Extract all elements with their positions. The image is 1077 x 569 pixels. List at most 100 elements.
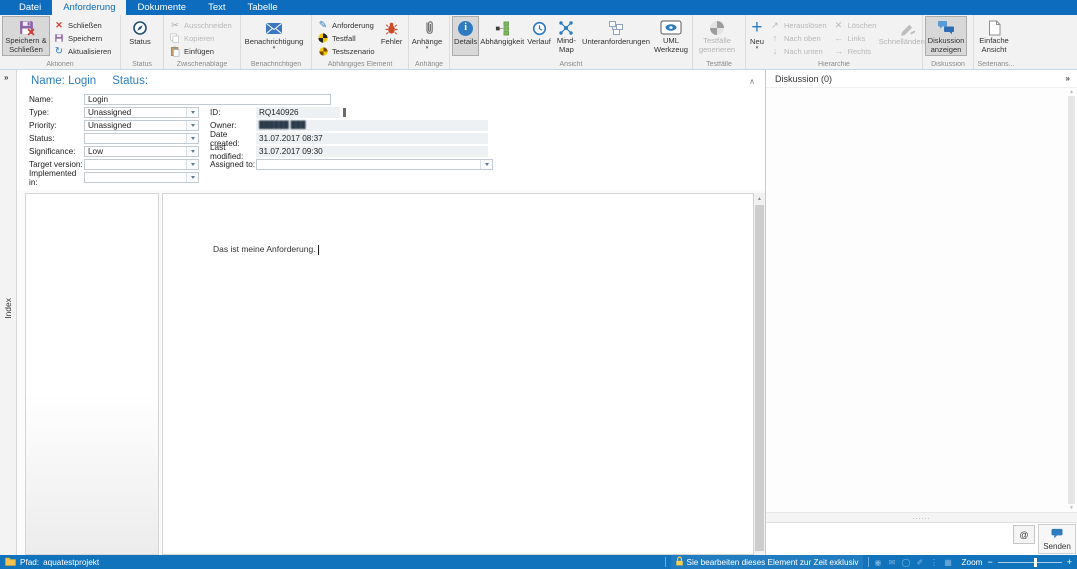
zoom-in-button[interactable]: +	[1067, 557, 1072, 567]
group-label-seitenansicht: Seitenans...	[974, 61, 1018, 68]
tab-tabelle[interactable]: Tabelle	[237, 0, 289, 15]
target-version-dropdown[interactable]	[84, 159, 199, 170]
dropdown-arrow-icon[interactable]	[186, 147, 198, 156]
einfache-ansicht-label: Einfache Ansicht	[978, 37, 1010, 55]
zoom-out-button[interactable]: −	[987, 557, 992, 567]
dropdown-arrow-icon[interactable]	[186, 121, 198, 130]
discussion-scrollbar-thumb[interactable]	[1068, 96, 1075, 504]
dropdown-arrow-icon[interactable]	[186, 160, 198, 169]
abhaengigkeit-label: Abhängigkeit	[480, 38, 524, 47]
id-grip-icon	[343, 108, 346, 117]
dependent-anforderung-button[interactable]: ✎ Anforderung	[314, 19, 378, 31]
notification-button[interactable]: Benachrichtigung ▾	[243, 16, 305, 56]
at-icon: @	[1019, 530, 1028, 540]
tab-text[interactable]: Text	[197, 0, 236, 15]
zoom-slider[interactable]	[998, 562, 1062, 563]
einfache-ansicht-button[interactable]: Einfache Ansicht	[976, 16, 1012, 56]
priority-dropdown[interactable]: Unassigned	[84, 120, 199, 131]
requirement-form: Name: Login Status: ∧ Name: Type: Unassi…	[17, 70, 765, 190]
move-left-icon: ←	[833, 33, 845, 43]
ribbon-group-ansicht: i Details Abhängigkeit Verlauf Mind-Map	[450, 15, 693, 69]
status-dropdown[interactable]	[84, 133, 199, 144]
mention-button[interactable]: @	[1013, 525, 1035, 544]
ribbon-group-testfaelle: Testfälle generieren Testfälle	[693, 15, 746, 69]
diskussion-anzeigen-button[interactable]: Diskussion anzeigen	[925, 16, 967, 56]
date-created-value: 31.07.2017 08:37	[259, 134, 323, 143]
scroll-up-icon[interactable]: ▲	[754, 193, 765, 204]
mindmap-button[interactable]: Mind-Map	[553, 16, 580, 56]
type-value: Unassigned	[88, 108, 131, 117]
scroll-down-icon[interactable]: ▼	[1069, 505, 1074, 511]
collapse-discussion-icon[interactable]: »	[1066, 74, 1070, 83]
dropdown-arrow-icon[interactable]	[186, 108, 198, 117]
group-label-benachrichtigen: Benachrichtigen	[241, 61, 311, 68]
status-button[interactable]: Status	[123, 16, 157, 56]
implemented-in-dropdown[interactable]	[84, 172, 199, 183]
close-icon: ✕	[53, 20, 65, 31]
dependent-testfall-button[interactable]: Testfall	[314, 32, 378, 44]
editor-document[interactable]: Das ist meine Anforderung.	[162, 193, 754, 555]
editor-scrollbar-thumb[interactable]	[755, 205, 764, 551]
group-label-aktionen: Aktionen	[0, 61, 120, 68]
path-label: Pfad:	[20, 558, 39, 567]
dropdown-arrow-icon[interactable]	[186, 173, 198, 182]
dependent-testszenario-button[interactable]: Testszenario	[314, 45, 378, 57]
attachments-button[interactable]: Anhänge ▾	[411, 16, 443, 56]
send-button[interactable]: Senden	[1038, 524, 1076, 554]
testfaelle-generieren-button: Testfälle generieren	[695, 16, 739, 56]
tab-anforderung[interactable]: Anforderung	[52, 0, 126, 15]
group-label-testfaelle: Testfälle	[693, 61, 745, 68]
description-editor: Das ist meine Anforderung. ▲	[17, 190, 765, 555]
assigned-to-dropdown[interactable]	[256, 159, 493, 170]
uml-werkzeug-button[interactable]: UML Werkzeug	[652, 16, 690, 56]
close-label: Schließen	[68, 21, 102, 30]
exclusive-edit-text: Sie bearbeiten dieses Element zur Zeit e…	[687, 558, 859, 567]
editor-scrollbar[interactable]: ▲	[754, 193, 765, 555]
envelope-icon	[264, 19, 284, 37]
discussion-splitter-handle[interactable]: ......	[766, 512, 1077, 522]
tab-datei[interactable]: Datei	[8, 0, 52, 15]
dependent-anforderung-label: Anforderung	[332, 21, 374, 30]
splitter-dots: ......	[913, 516, 931, 520]
id-value-field: RQ140926	[256, 107, 340, 118]
type-dropdown[interactable]: Unassigned	[84, 107, 199, 118]
index-sidebar-collapsed[interactable]: » Index	[0, 70, 17, 555]
owner-value-field: ██████ ███	[256, 120, 488, 131]
discussion-scrollbar[interactable]: ▲ ▼	[1067, 89, 1076, 511]
expand-sidebar-icon[interactable]: »	[4, 73, 8, 82]
delete-x-icon: ✕	[833, 20, 845, 31]
discussion-panel: Diskussion (0) » ▲ ▼ ...... @ Senden	[765, 70, 1077, 555]
unteranforderungen-button[interactable]: Unteranforderungen	[580, 16, 652, 56]
dropdown-arrow-icon[interactable]	[480, 160, 492, 169]
discussion-header: Diskussion (0) »	[766, 70, 1077, 87]
discussion-bubbles-icon	[937, 19, 955, 36]
name-input[interactable]	[84, 94, 331, 105]
send-label: Senden	[1043, 542, 1071, 551]
neu-button[interactable]: + Neu ▾	[748, 16, 766, 56]
message-input[interactable]	[766, 523, 1013, 555]
collapse-form-icon[interactable]: ∧	[749, 77, 755, 86]
group-label-diskussion: Diskussion	[923, 61, 973, 68]
zoom-slider-thumb[interactable]	[1034, 558, 1037, 567]
refresh-button[interactable]: ↻ Aktualisieren	[50, 45, 114, 57]
tab-dokumente[interactable]: Dokumente	[126, 0, 197, 15]
scroll-up-icon[interactable]: ▲	[1069, 89, 1074, 95]
ribbon-group-benachrichtigen: Benachrichtigung ▾ Benachrichtigen	[241, 15, 312, 69]
save-button[interactable]: Speichern	[50, 32, 114, 44]
verlauf-button[interactable]: Verlauf	[525, 16, 553, 56]
links-button: ← Links	[830, 32, 880, 44]
abhaengigkeit-button[interactable]: Abhängigkeit	[479, 16, 525, 56]
nach-unten-button: ↓ Nach unten	[766, 45, 830, 57]
dropdown-arrow-icon[interactable]	[186, 134, 198, 143]
details-button[interactable]: i Details	[452, 16, 479, 56]
close-button[interactable]: ✕ Schließen	[50, 19, 114, 31]
paste-button[interactable]: Einfügen	[166, 45, 235, 57]
editor-style-panel[interactable]	[25, 193, 159, 555]
save-icon	[53, 33, 65, 43]
significance-dropdown[interactable]: Low	[84, 146, 199, 157]
loeschen-button: ✕ Löschen	[830, 19, 880, 31]
ribbon-group-aktionen: Speichern & Schließen ✕ Schließen Speich…	[0, 15, 121, 69]
save-and-close-button[interactable]: Speichern & Schließen	[2, 16, 50, 56]
zoom-label: Zoom	[962, 558, 983, 567]
fehler-button[interactable]: Fehler	[378, 16, 406, 56]
